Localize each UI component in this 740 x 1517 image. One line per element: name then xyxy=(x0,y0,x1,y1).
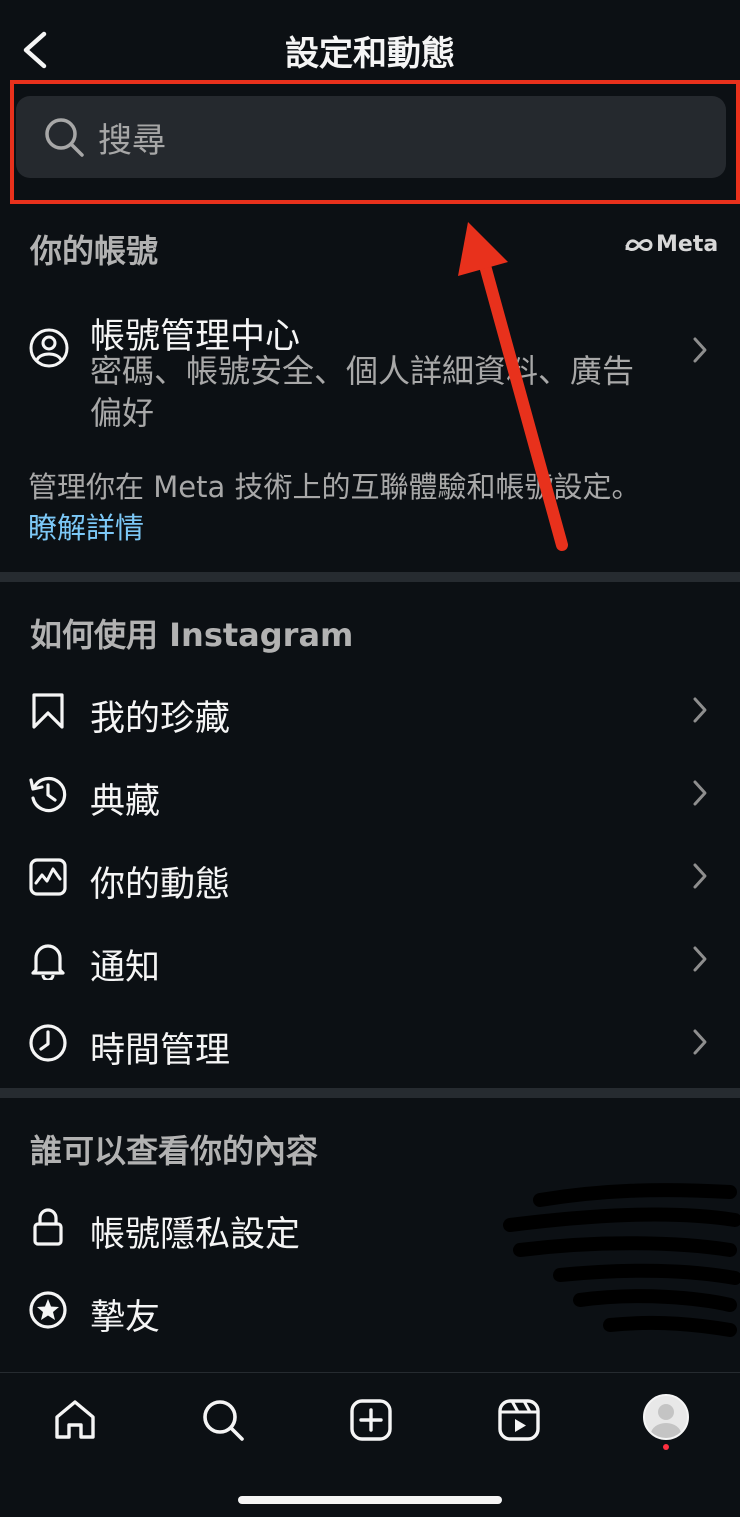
learn-more-link[interactable]: 瞭解詳情 xyxy=(28,505,144,547)
tab-home[interactable] xyxy=(44,1393,104,1449)
row-saved[interactable]: 我的珍藏 xyxy=(0,672,740,752)
section-title-who-can-see: 誰可以查看你的內容 xyxy=(30,1132,319,1170)
section-divider xyxy=(0,572,740,582)
section-title-how-you-use: 如何使用 Instagram xyxy=(30,616,354,654)
tab-reels[interactable] xyxy=(488,1393,548,1449)
activity-icon xyxy=(29,858,67,896)
notification-dot xyxy=(663,1444,669,1450)
create-icon xyxy=(350,1399,392,1441)
meta-brand-text: Meta xyxy=(656,232,719,257)
search-input[interactable]: 搜尋 xyxy=(16,96,726,178)
search-placeholder: 搜尋 xyxy=(98,121,166,161)
row-label: 通知 xyxy=(90,948,161,988)
chevron-right-icon xyxy=(693,1029,707,1055)
home-icon xyxy=(55,1400,95,1439)
section-divider xyxy=(0,1088,740,1098)
chevron-right-icon xyxy=(693,946,707,972)
chevron-right-icon xyxy=(693,337,707,363)
search-icon xyxy=(203,1400,244,1441)
lock-icon xyxy=(33,1208,63,1246)
bookmark-icon xyxy=(32,693,64,729)
avatar-body xyxy=(651,1423,681,1438)
row-label: 帳號隱私設定 xyxy=(90,1215,301,1255)
tab-create[interactable] xyxy=(340,1393,400,1449)
star-circle-icon xyxy=(29,1291,67,1329)
header-bar: 設定和動態 xyxy=(0,0,740,95)
chevron-right-icon xyxy=(693,697,707,723)
clock-icon xyxy=(29,1024,67,1062)
reels-icon xyxy=(498,1399,540,1441)
accounts-center-row[interactable]: 帳號管理中心 密碼、帳號安全、個人詳細資料、廣告偏好 xyxy=(0,300,740,440)
archive-history-icon xyxy=(29,776,67,813)
accounts-center-description: 密碼、帳號安全、個人詳細資料、廣告偏好 xyxy=(90,352,635,432)
row-time-management[interactable]: 時間管理 xyxy=(0,1004,740,1084)
row-label: 我的珍藏 xyxy=(90,699,231,739)
row-notifications[interactable]: 通知 xyxy=(0,921,740,1001)
row-close-friends[interactable]: 摯友 xyxy=(0,1271,740,1351)
row-your-activity[interactable]: 你的動態 xyxy=(0,838,740,918)
tab-profile-avatar[interactable] xyxy=(643,1394,689,1440)
home-indicator[interactable] xyxy=(238,1496,502,1504)
bell-icon xyxy=(31,944,65,980)
row-label: 時間管理 xyxy=(90,1031,231,1071)
row-archive[interactable]: 典藏 xyxy=(0,755,740,835)
page-title: 設定和動態 xyxy=(285,34,455,74)
meta-infinity-icon xyxy=(625,239,653,251)
chevron-right-icon xyxy=(693,780,707,806)
row-label: 你的動態 xyxy=(90,865,231,905)
row-account-privacy[interactable]: 帳號隱私設定 xyxy=(0,1188,740,1268)
avatar-head xyxy=(658,1404,674,1420)
user-circle-icon xyxy=(29,328,69,368)
accounts-center-note: 管理你在 Meta 技術上的互聯體驗和帳號設定。 xyxy=(28,470,641,504)
section-title-your-account: 你的帳號 xyxy=(30,232,159,270)
chevron-right-icon xyxy=(693,863,707,889)
tab-search[interactable] xyxy=(192,1393,252,1449)
meta-logo: Meta xyxy=(624,232,718,260)
search-icon xyxy=(45,118,84,157)
row-label: 典藏 xyxy=(90,782,161,822)
row-label: 摯友 xyxy=(90,1298,161,1338)
